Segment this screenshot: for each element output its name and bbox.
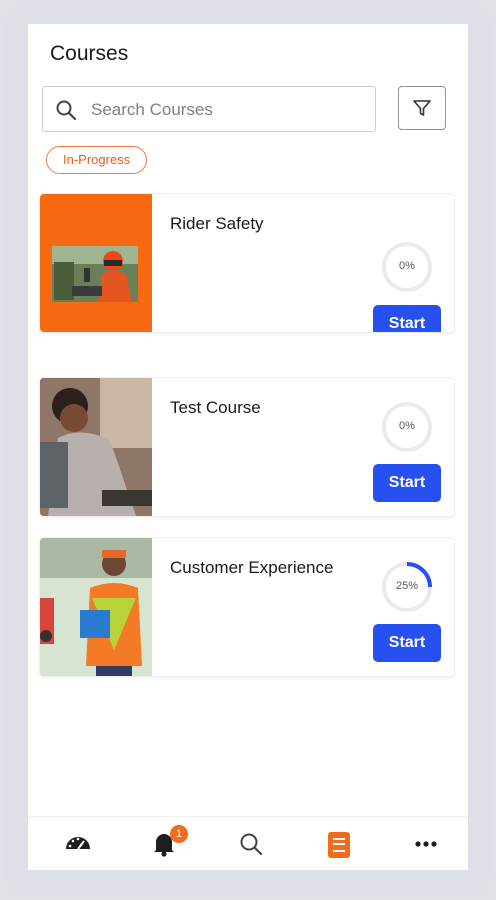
progress-label: 25% bbox=[395, 580, 419, 592]
nav-search[interactable] bbox=[222, 817, 282, 870]
device-frame: Courses In-Progress bbox=[4, 0, 492, 897]
start-button[interactable]: Start bbox=[373, 624, 441, 662]
bottom-navigation: 1 bbox=[28, 816, 468, 870]
page-title: Courses bbox=[50, 42, 129, 65]
progress-label: 0% bbox=[399, 420, 415, 432]
nav-courses[interactable] bbox=[310, 817, 370, 870]
search-icon bbox=[240, 833, 263, 856]
courses-screen: Courses In-Progress bbox=[28, 24, 468, 870]
course-title: Test Course bbox=[170, 398, 261, 417]
course-title: Customer Experience bbox=[170, 558, 334, 577]
course-thumbnail bbox=[40, 538, 152, 676]
course-card-rider-safety[interactable]: Rider Safety 0% Start bbox=[40, 194, 454, 332]
start-button[interactable]: Start bbox=[373, 464, 441, 502]
notification-badge: 1 bbox=[170, 825, 188, 843]
student-photo bbox=[40, 378, 152, 516]
course-thumbnail bbox=[40, 378, 152, 516]
nav-dashboard[interactable] bbox=[48, 817, 108, 870]
course-thumbnail bbox=[40, 194, 152, 332]
search-icon bbox=[56, 100, 77, 121]
filter-icon bbox=[413, 100, 431, 116]
nav-notifications[interactable]: 1 bbox=[136, 817, 196, 870]
more-icon bbox=[415, 841, 437, 847]
courses-icon bbox=[328, 832, 350, 858]
filter-button[interactable] bbox=[398, 86, 446, 130]
search-input[interactable] bbox=[89, 95, 363, 125]
course-card-customer-experience[interactable]: Customer Experience 25% Start bbox=[40, 538, 454, 676]
nav-more[interactable] bbox=[396, 817, 456, 870]
course-title: Rider Safety bbox=[170, 214, 264, 233]
start-button[interactable]: Start bbox=[373, 305, 441, 332]
courier-photo bbox=[40, 538, 152, 676]
rider-photo bbox=[52, 246, 138, 302]
progress-label: 0% bbox=[399, 260, 415, 272]
search-box[interactable] bbox=[42, 86, 376, 132]
in-progress-filter-chip[interactable]: In-Progress bbox=[46, 146, 148, 174]
dashboard-icon bbox=[66, 837, 90, 850]
course-card-test-course[interactable]: Test Course 0% Start bbox=[40, 378, 454, 516]
